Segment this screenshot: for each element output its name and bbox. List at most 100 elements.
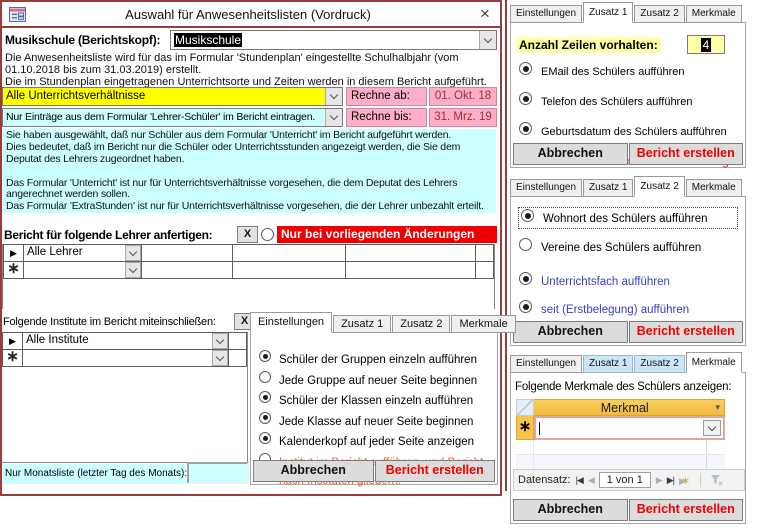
lehrer-section-label: Bericht für folgende Lehrer anfertigen:: [4, 228, 212, 242]
institute-section-label: Folgende Institute im Bericht miteinschl…: [3, 316, 216, 328]
monatsliste-input[interactable]: [187, 462, 249, 484]
tab[interactable]: Einstellungen: [510, 355, 582, 373]
tab[interactable]: Einstellungen: [510, 5, 582, 23]
tab[interactable]: Merkmale: [686, 179, 742, 197]
school-label: Musikschule (Berichtskopf):: [5, 33, 160, 47]
cancel-button[interactable]: Abbrechen: [513, 321, 628, 343]
new-record-button[interactable]: ▶∗: [679, 474, 689, 487]
radio-option[interactable]: Kalenderkopf auf jeder Seite anzeigen: [259, 432, 483, 450]
radio-option[interactable]: EMail des Schülers aufführen: [519, 62, 741, 80]
close-icon[interactable]: ×: [470, 4, 500, 24]
tab[interactable]: Zusatz 2: [392, 315, 450, 333]
zusatz2-panel: Wohnort des Schülers aufführen Vereine d…: [510, 196, 746, 346]
table-row[interactable]: ∗: [4, 262, 494, 279]
table-row[interactable]: ∗: [3, 350, 247, 367]
dialog-title: Auswahl für Anwesenheitslisten (Vordruck…: [26, 7, 470, 22]
cancel-button[interactable]: Abbrechen: [513, 499, 628, 521]
unterricht-filter-combo[interactable]: Alle Unterrichtsverhältnisse: [2, 87, 343, 106]
institute-combo-new[interactable]: [23, 350, 228, 366]
radio-icon: [521, 209, 534, 222]
merkmale-grid: Merkmal ▾ ∗: [516, 399, 725, 470]
tab[interactable]: Zusatz 1: [333, 315, 391, 333]
chevron-down-icon[interactable]: [212, 350, 228, 366]
radio-option[interactable]: Jede Gruppe auf neuer Seite beginnen: [259, 371, 483, 389]
lehrer-table: ▶ Alle Lehrer ∗: [3, 244, 494, 279]
institute-combo-value: Alle Institute: [23, 333, 212, 349]
info-paragraph: [6, 166, 492, 178]
tab[interactable]: Merkmale: [686, 352, 742, 373]
tab[interactable]: Zusatz 2: [634, 5, 684, 23]
radio-icon: [519, 238, 532, 251]
radio-icon: [519, 92, 532, 105]
chevron-down-icon[interactable]: [479, 31, 496, 49]
radio-option[interactable]: Unterrichtsfach aufführen: [519, 272, 737, 290]
create-report-button[interactable]: Bericht erstellen: [629, 143, 744, 165]
tab[interactable]: Merkmale: [686, 5, 742, 23]
lehrer-combo-new[interactable]: [24, 262, 141, 278]
institute-combo[interactable]: Alle Institute: [23, 333, 228, 349]
changes-only-banner[interactable]: Nur bei vorliegenden Änderungen: [277, 226, 497, 243]
create-report-button[interactable]: Bericht erstellen: [375, 460, 496, 482]
lehrer-combo-value: Alle Lehrer: [24, 245, 125, 261]
empty-grid-row: [516, 440, 725, 455]
tab[interactable]: Zusatz 2: [634, 176, 684, 197]
chevron-down-icon[interactable]: [212, 333, 228, 349]
merkmal-input[interactable]: [534, 416, 725, 440]
radio-icon: [259, 391, 271, 403]
radio-option[interactable]: Jede Klasse auf neuer Seite beginnen: [259, 412, 483, 430]
lehrer-combo[interactable]: Alle Lehrer: [24, 245, 141, 261]
tab[interactable]: Einstellungen: [250, 312, 332, 333]
record-navigator-label: Datensatz:: [518, 474, 571, 486]
header-dropdown-icon[interactable]: ▾: [715, 402, 724, 413]
tab[interactable]: Zusatz 2: [634, 355, 684, 373]
radio-icon: [259, 412, 271, 424]
radio-option[interactable]: Vereine des Schülers aufführen: [519, 238, 737, 256]
chevron-down-icon[interactable]: [325, 88, 342, 105]
clear-lehrer-button[interactable]: X: [237, 226, 258, 243]
next-record-button[interactable]: ▶: [656, 475, 662, 486]
radio-option[interactable]: Wohnort des Schülers aufführen: [519, 208, 737, 228]
lehrer-subform: ▶ Alle Lehrer ∗: [2, 244, 495, 309]
radio-option[interactable]: seit (Erstbelegung) aufführen: [519, 300, 737, 318]
merkmale-panel: Folgende Merkmale des Schülers anzeigen:…: [510, 372, 746, 524]
intro-text: Die Anwesenheitsliste wird für das im Fo…: [5, 52, 497, 88]
grid-corner[interactable]: [516, 399, 534, 416]
settings-panel: Schüler der Gruppen einzeln aufführen Je…: [250, 332, 498, 485]
first-record-button[interactable]: |◀: [576, 475, 583, 486]
radio-option[interactable]: Schüler der Gruppen einzeln aufführen: [259, 350, 483, 368]
rechne-ab-value[interactable]: 01. Okt. 18: [429, 87, 497, 106]
radio-option[interactable]: Schüler der Klassen einzeln aufführen: [259, 391, 483, 409]
tab[interactable]: Zusatz 1: [583, 355, 633, 373]
rechne-bis-value[interactable]: 31. Mrz. 19: [429, 108, 497, 127]
chevron-down-icon[interactable]: [125, 262, 141, 278]
zusatz1-tabstrip: EinstellungenZusatz 1Zusatz 2Merkmale: [510, 2, 743, 23]
school-combo[interactable]: Musikschule: [170, 30, 497, 50]
zusatz2-tabstrip: EinstellungenZusatz 1Zusatz 2Merkmale: [510, 176, 743, 197]
lehrer-schueler-filter-combo[interactable]: Nur Einträge aus dem Formular 'Lehrer-Sc…: [2, 108, 343, 127]
cancel-button[interactable]: Abbrechen: [253, 460, 374, 482]
chevron-down-icon[interactable]: [325, 109, 342, 126]
filter-icon[interactable]: [710, 474, 723, 486]
tab[interactable]: Zusatz 1: [583, 179, 633, 197]
tab[interactable]: Zusatz 1: [583, 2, 633, 23]
radio-icon: [519, 62, 532, 75]
changes-only-radio[interactable]: [261, 228, 274, 241]
last-record-button[interactable]: ▶|: [667, 475, 674, 486]
table-row[interactable]: ▶ Alle Institute: [3, 333, 247, 350]
radio-option[interactable]: Geburtsdatum des Schülers aufführen: [519, 122, 741, 140]
settings-tabstrip: EinstellungenZusatz 1Zusatz 2Merkmale: [250, 312, 517, 333]
create-report-button[interactable]: Bericht erstellen: [629, 321, 744, 343]
tab[interactable]: Merkmale: [451, 315, 515, 333]
table-row[interactable]: ▶ Alle Lehrer: [4, 245, 494, 262]
previous-record-button[interactable]: ◀: [588, 475, 594, 486]
chevron-down-icon[interactable]: [703, 420, 721, 436]
merkmal-column-header[interactable]: Merkmal ▾: [534, 399, 725, 416]
rows-keep-input[interactable]: 4: [687, 35, 725, 54]
create-report-button[interactable]: Bericht erstellen: [629, 499, 744, 521]
radio-icon: [259, 432, 271, 444]
school-combo-value: Musikschule: [174, 33, 242, 47]
tab[interactable]: Einstellungen: [510, 179, 582, 197]
radio-option[interactable]: Telefon des Schülers aufführen: [519, 92, 741, 110]
chevron-down-icon[interactable]: [125, 245, 141, 261]
cancel-button[interactable]: Abbrechen: [513, 143, 628, 165]
